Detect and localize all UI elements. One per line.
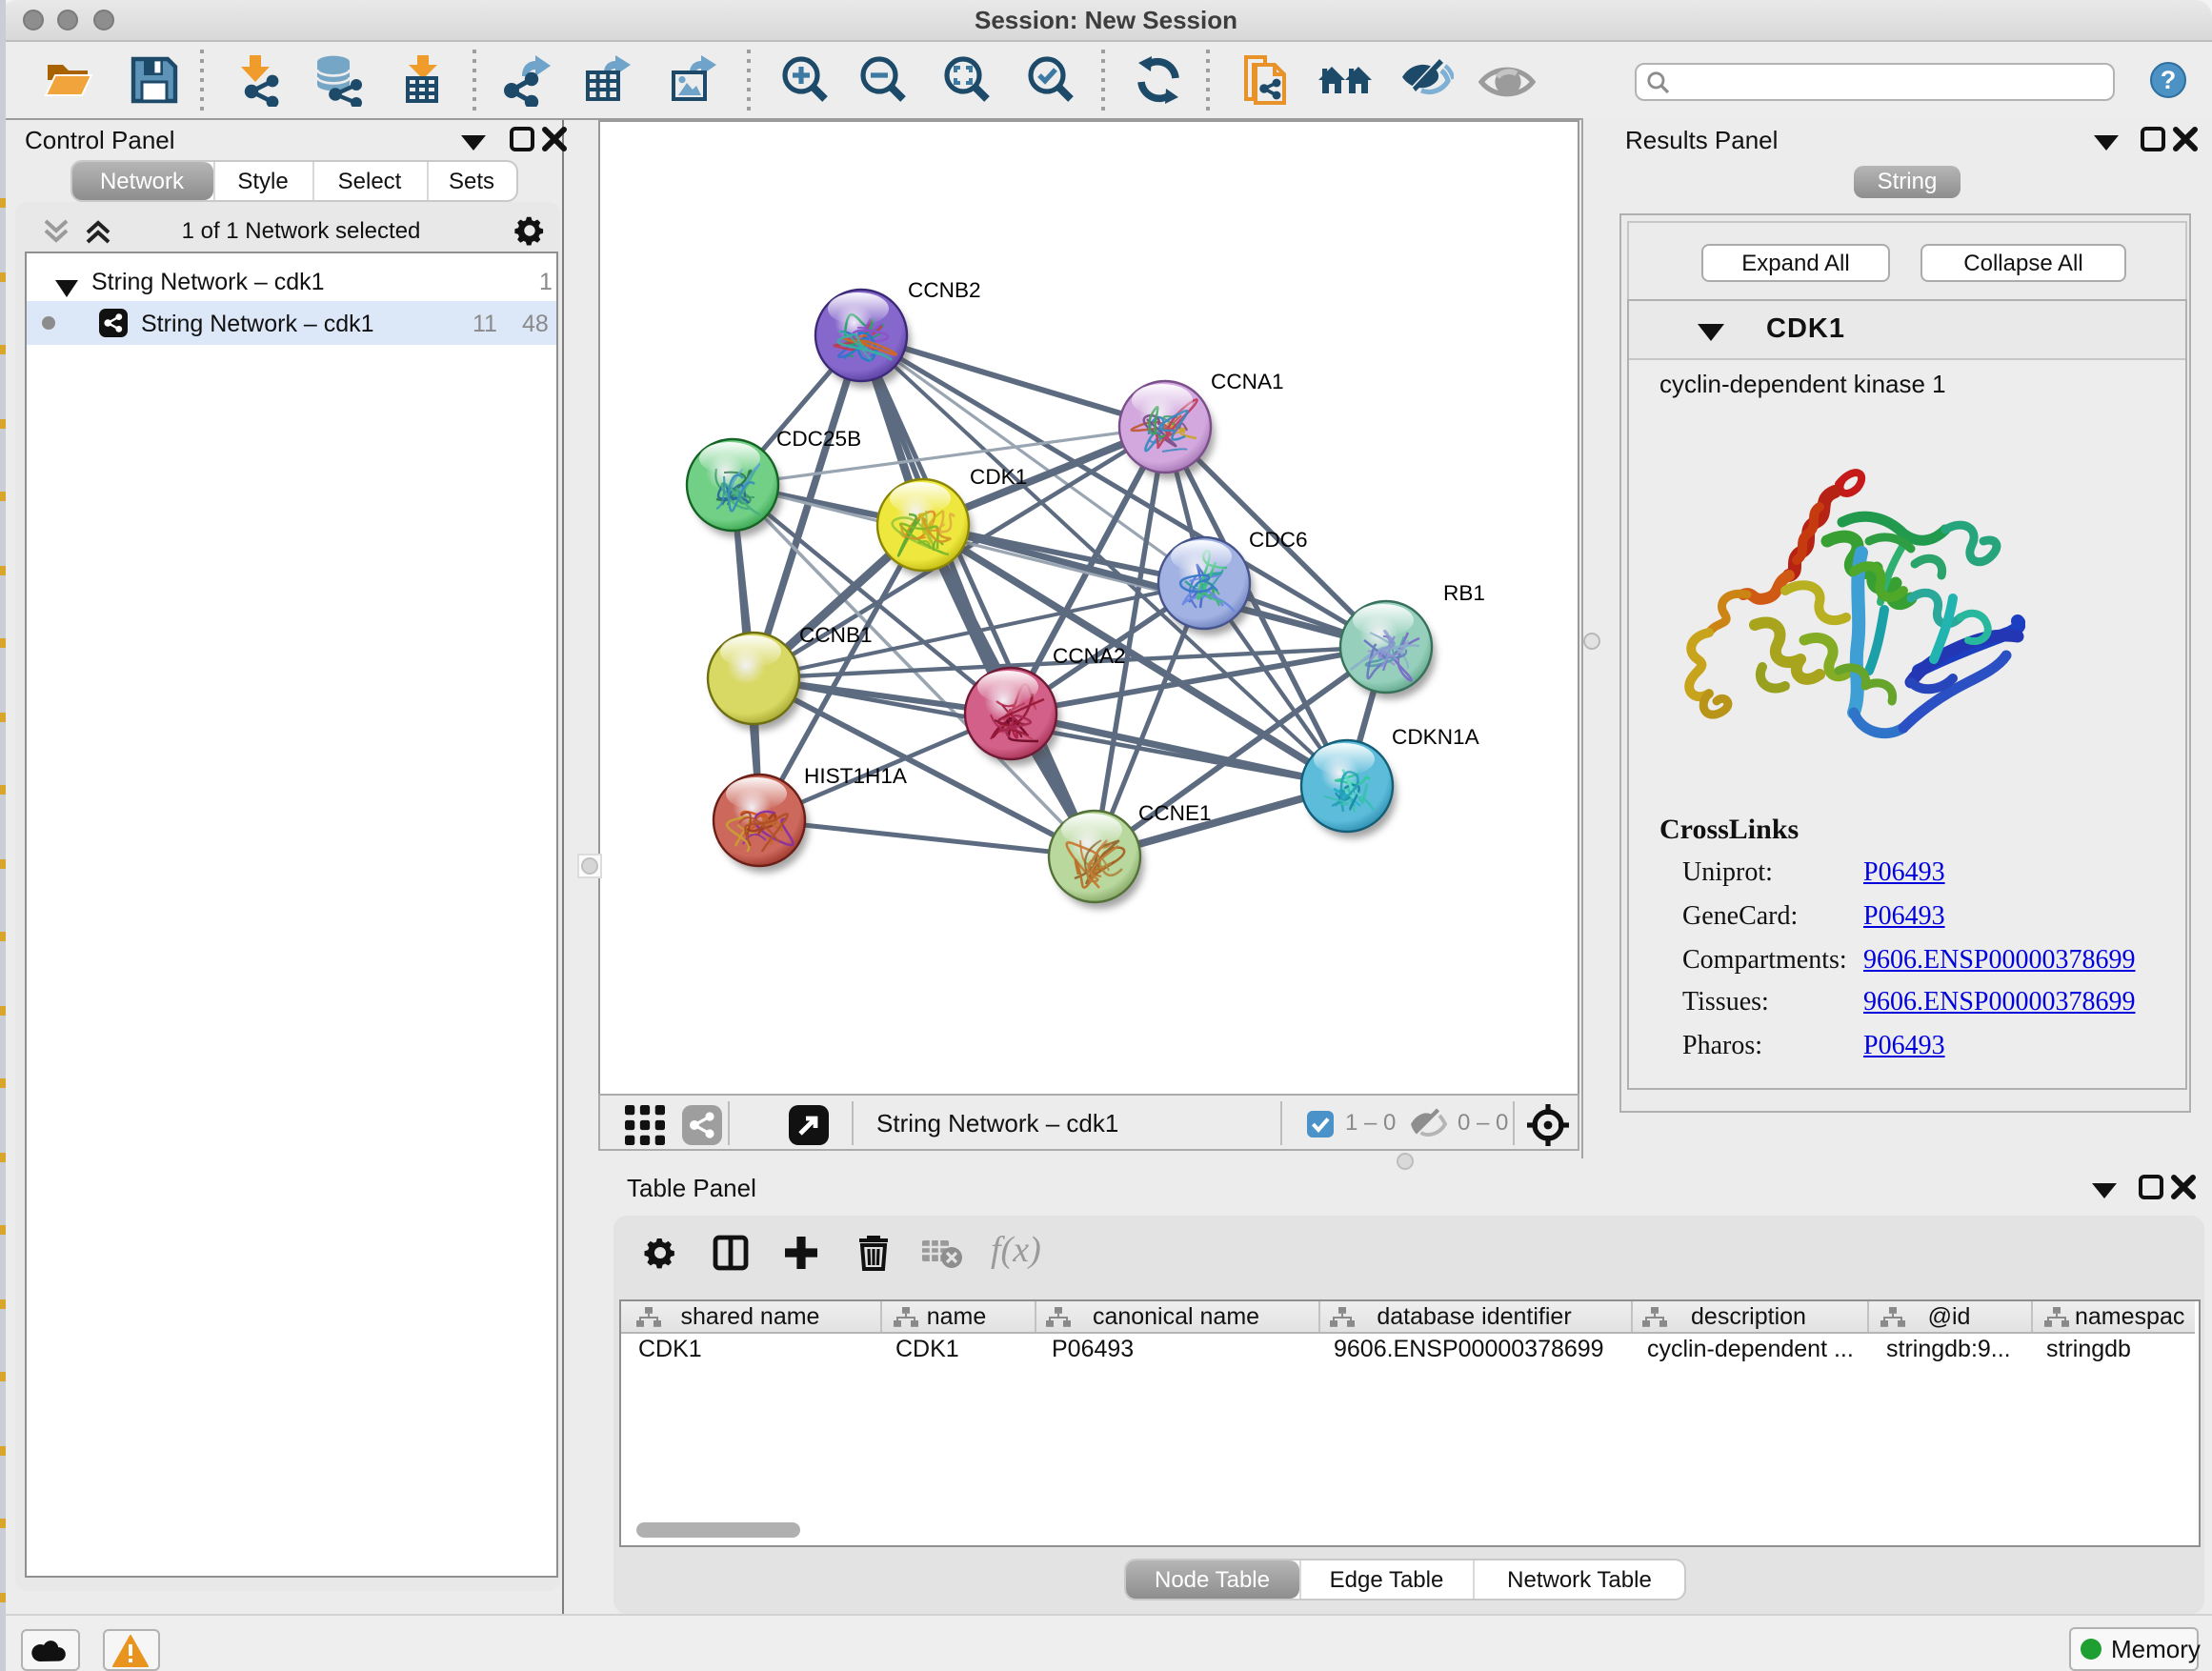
svg-text:?: ? xyxy=(2161,66,2177,94)
svg-text:CDC25B: CDC25B xyxy=(776,427,861,451)
svg-text:RB1: RB1 xyxy=(1443,581,1485,605)
svg-text:CCNB1: CCNB1 xyxy=(799,623,873,647)
svg-text:CCNE1: CCNE1 xyxy=(1138,801,1212,825)
svg-text:HIST1H1A: HIST1H1A xyxy=(804,764,908,788)
svg-text:CCNA1: CCNA1 xyxy=(1211,370,1284,393)
svg-text:CDC6: CDC6 xyxy=(1249,528,1308,552)
svg-text:CCNB2: CCNB2 xyxy=(908,278,981,302)
svg-text:CDKN1A: CDKN1A xyxy=(1392,725,1480,749)
svg-text:CDK1: CDK1 xyxy=(970,465,1027,489)
svg-text:CCNA2: CCNA2 xyxy=(1053,644,1126,668)
